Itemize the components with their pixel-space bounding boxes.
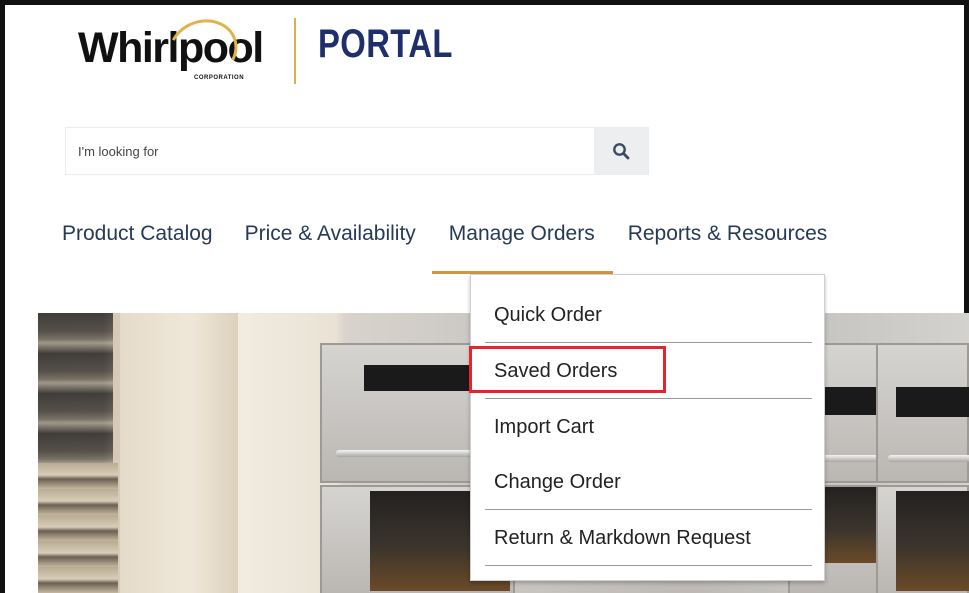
firewood-shelf (38, 463, 118, 593)
search-bar (65, 127, 649, 175)
search-icon (613, 143, 630, 160)
oven-lower-right (876, 485, 969, 593)
menu-item-saved-orders[interactable]: Saved Orders (494, 360, 617, 383)
menu-item-change-order[interactable]: Change Order (494, 471, 621, 494)
menu-divider (485, 398, 812, 399)
oven-window (896, 491, 969, 591)
manage-orders-dropdown: Quick Order Saved Orders Import Cart Cha… (470, 274, 825, 581)
oven-upper-right (876, 343, 969, 483)
search-button[interactable] (594, 128, 648, 174)
nav-manage-orders[interactable]: Manage Orders (431, 218, 613, 274)
search-input[interactable] (66, 128, 596, 174)
nav-reports-resources[interactable]: Reports & Resources (628, 218, 828, 274)
main-nav: Product Catalog Price & Availability Man… (62, 218, 827, 274)
portal-title: PORTAL (318, 22, 453, 66)
menu-divider (485, 509, 812, 510)
menu-divider (485, 565, 812, 566)
oven-handle (888, 455, 969, 462)
nav-product-catalog[interactable]: Product Catalog (62, 218, 213, 274)
menu-item-return-markdown-request[interactable]: Return & Markdown Request (494, 527, 751, 550)
logo-subtext: CORPORATION (194, 75, 245, 81)
cabinet-panel (120, 313, 238, 593)
site-logo[interactable]: Whirlpool CORPORATION PORTAL (78, 9, 478, 91)
menu-item-import-cart[interactable]: Import Cart (494, 416, 594, 439)
menu-item-quick-order[interactable]: Quick Order (494, 304, 602, 327)
logo-divider (294, 18, 296, 84)
menu-divider (485, 342, 812, 343)
oven-control-panel (896, 387, 969, 417)
nav-price-availability[interactable]: Price & Availability (245, 218, 416, 274)
